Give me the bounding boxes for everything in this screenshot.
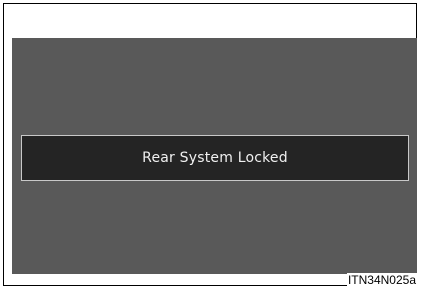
figure-code-label: ITN34N025a xyxy=(346,273,417,287)
status-message-box: Rear System Locked xyxy=(21,135,409,181)
display-screen: Rear System Locked xyxy=(12,38,417,274)
status-message-text: Rear System Locked xyxy=(142,150,288,166)
